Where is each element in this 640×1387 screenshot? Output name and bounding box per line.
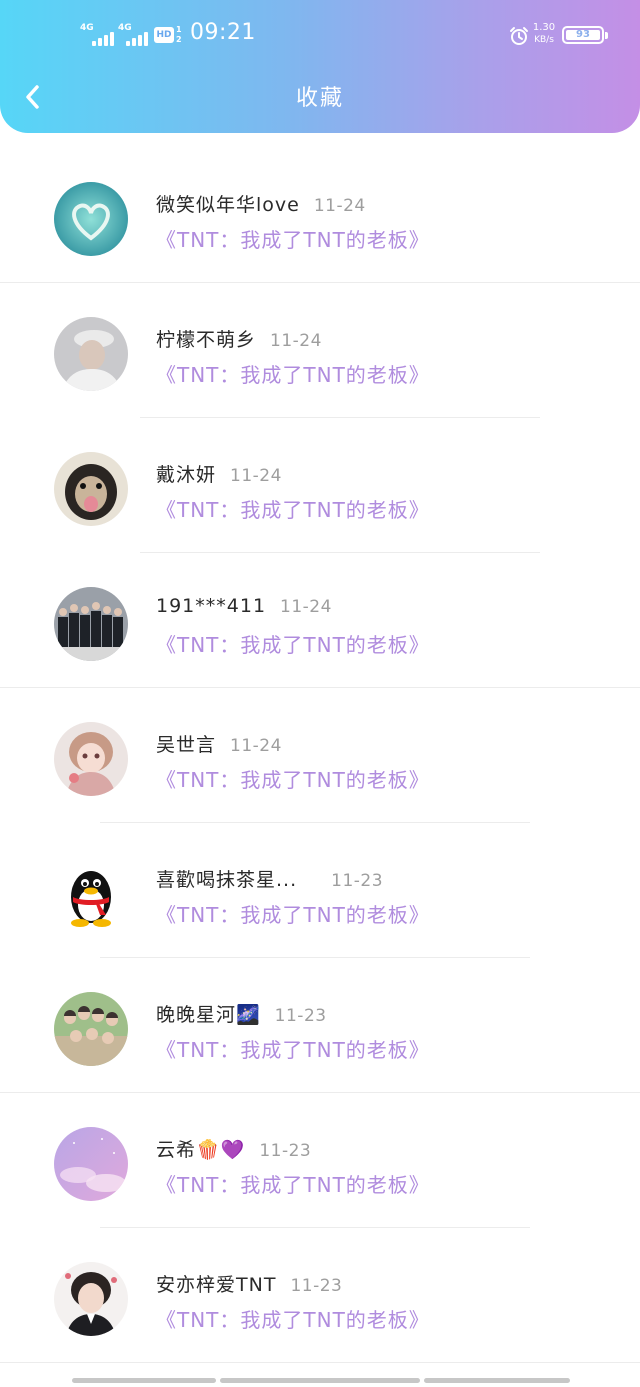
- book-title-link[interactable]: 《TNT：我成了TNT的老板》: [156, 629, 430, 658]
- list-item[interactable]: 喜歡喝抹茶星... 11-23 《TNT：我成了TNT的老板》: [0, 823, 640, 958]
- user-name-text: 吴世言: [156, 734, 217, 756]
- user-name: 微笑似年华love 11-24: [156, 190, 366, 217]
- page-title: 收藏: [295, 86, 344, 111]
- list-item[interactable]: 云希🍿💜 11-23 《TNT：我成了TNT的老板》: [0, 1093, 640, 1228]
- date-label: 11-23: [331, 871, 384, 891]
- book-title-link[interactable]: 《TNT：我成了TNT的老板》: [156, 224, 430, 253]
- hd-label: HD: [154, 27, 174, 43]
- date-label: 11-24: [313, 196, 366, 216]
- user-name: 吴世言 11-24: [156, 730, 282, 757]
- book-title-link[interactable]: 《TNT：我成了TNT的老板》: [156, 1304, 430, 1333]
- user-name: 柠檬不萌乡 11-24: [156, 325, 322, 352]
- status-bar: 4G 4G HD 1 2 09:21 1.30 KB/s 93: [0, 0, 640, 68]
- favorites-list: 微笑似年华love 11-24 《TNT：我成了TNT的老板》 柠檬不萌乡 11-2…: [0, 148, 640, 1363]
- book-title-link[interactable]: 《TNT：我成了TNT的老板》: [156, 1034, 430, 1063]
- hd-sub-label: 1 2: [176, 25, 182, 44]
- avatar[interactable]: [54, 452, 128, 526]
- list-item[interactable]: 吴世言 11-24 《TNT：我成了TNT的老板》: [0, 688, 640, 823]
- signal-bars-icon: [80, 32, 114, 46]
- scroll-indicator: [220, 1378, 420, 1383]
- avatar[interactable]: [54, 1262, 128, 1336]
- avatar[interactable]: [54, 1127, 128, 1201]
- list-item[interactable]: 戴沐妍 11-24 《TNT：我成了TNT的老板》: [0, 418, 640, 553]
- book-title-link[interactable]: 《TNT：我成了TNT的老板》: [156, 764, 430, 793]
- list-item[interactable]: 微笑似年华love 11-24 《TNT：我成了TNT的老板》: [0, 148, 640, 283]
- avatar[interactable]: [54, 587, 128, 661]
- signal-1: 4G: [80, 24, 114, 46]
- date-label: 11-24: [230, 736, 282, 756]
- list-item[interactable]: 安亦梓爱TNT 11-23 《TNT：我成了TNT的老板》: [0, 1228, 640, 1363]
- date-label: 11-23: [274, 1006, 327, 1026]
- user-name: 喜歡喝抹茶星... 11-23: [156, 865, 383, 892]
- divider: [0, 1362, 640, 1363]
- list-item[interactable]: 191***411 11-24 《TNT：我成了TNT的老板》: [0, 553, 640, 688]
- scroll-indicator: [72, 1378, 216, 1383]
- book-title-link[interactable]: 《TNT：我成了TNT的老板》: [156, 494, 430, 523]
- user-name-text: 喜歡喝抹茶星...: [156, 869, 298, 891]
- avatar[interactable]: [54, 317, 128, 391]
- alarm-clock-icon: [509, 26, 529, 46]
- battery-icon: 93: [562, 26, 608, 44]
- user-name-text: 安亦梓爱TNT: [156, 1274, 277, 1296]
- book-title-link[interactable]: 《TNT：我成了TNT的老板》: [156, 899, 430, 928]
- user-name: 晚晚星河🌌 11-23: [156, 1000, 327, 1027]
- avatar[interactable]: [54, 722, 128, 796]
- user-name: 安亦梓爱TNT 11-23: [156, 1270, 342, 1297]
- user-name: 191***411 11-24: [156, 595, 332, 617]
- avatar[interactable]: [54, 992, 128, 1066]
- user-name-text: 柠檬不萌乡: [156, 329, 257, 351]
- network-speed-unit: KB/s: [534, 35, 554, 45]
- user-name-text: 云希🍿💜: [156, 1139, 246, 1161]
- date-label: 11-24: [270, 331, 322, 351]
- scroll-indicator: [424, 1378, 570, 1383]
- date-label: 11-24: [280, 597, 332, 617]
- signal-2: 4G: [118, 24, 152, 46]
- battery-level: 93: [566, 30, 600, 40]
- hd-voice-icon: HD 1 2: [154, 25, 184, 45]
- avatar[interactable]: [54, 182, 128, 256]
- list-item[interactable]: 柠檬不萌乡 11-24 《TNT：我成了TNT的老板》: [0, 283, 640, 418]
- user-name-text: 微笑似年华love: [156, 194, 300, 216]
- network-speed-value: 1.30: [532, 22, 556, 33]
- signal-bars-icon: [118, 32, 148, 46]
- user-name-text: 191***411: [156, 595, 267, 617]
- book-title-link[interactable]: 《TNT：我成了TNT的老板》: [156, 359, 430, 388]
- user-name: 云希🍿💜 11-23: [156, 1135, 311, 1162]
- user-name-text: 戴沐妍: [156, 464, 217, 486]
- date-label: 11-23: [259, 1141, 312, 1161]
- network-speed: 1.30 KB/s: [532, 22, 556, 46]
- list-item[interactable]: 晚晚星河🌌 11-23 《TNT：我成了TNT的老板》: [0, 958, 640, 1093]
- book-title-link[interactable]: 《TNT：我成了TNT的老板》: [156, 1169, 430, 1198]
- status-time: 09:21: [190, 20, 256, 45]
- date-label: 11-24: [230, 466, 282, 486]
- date-label: 11-23: [290, 1276, 343, 1296]
- user-name-text: 晚晚星河🌌: [156, 1004, 261, 1026]
- user-name: 戴沐妍 11-24: [156, 460, 282, 487]
- qq-penguin-icon[interactable]: [54, 857, 128, 931]
- header-bar: 4G 4G HD 1 2 09:21 1.30 KB/s 93 收藏: [0, 0, 640, 133]
